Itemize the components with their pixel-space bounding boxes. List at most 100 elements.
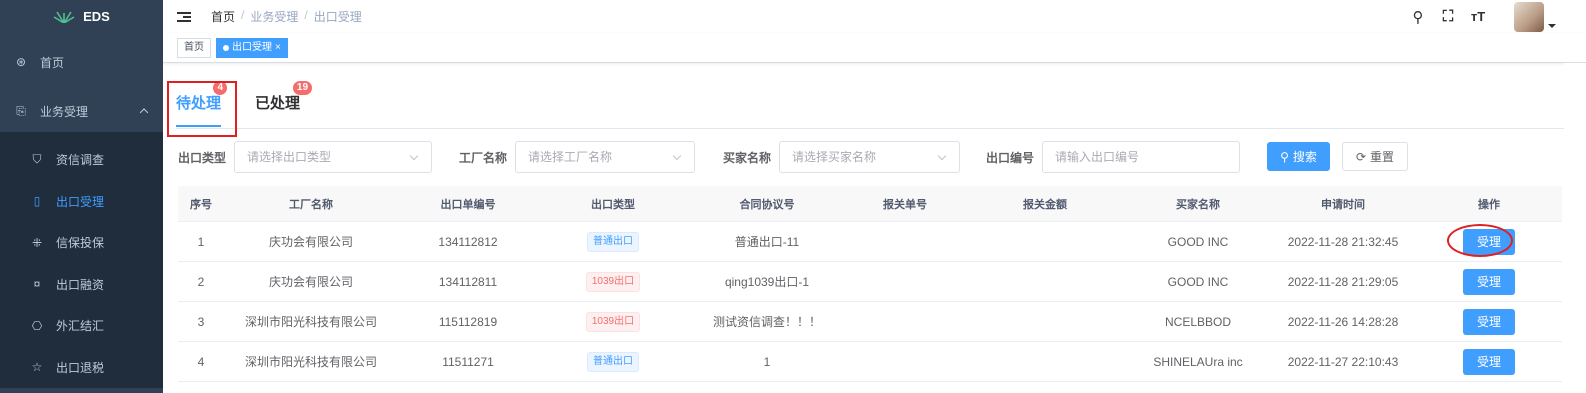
tags-view: 首页 出口受理 × bbox=[163, 33, 1586, 63]
breadcrumb-separator: / bbox=[241, 8, 245, 22]
apply-time-cell: 2022-11-27 22:10:43 bbox=[1287, 354, 1399, 369]
export-type-tag: 普通出口 bbox=[587, 231, 639, 252]
reset-button-label: 重置 bbox=[1370, 150, 1395, 164]
export-no-cell: 134112811 bbox=[438, 274, 498, 289]
col-header: 合同协议号 bbox=[739, 198, 795, 211]
avatar[interactable] bbox=[1514, 1, 1544, 32]
buyer-label: 买家名称 bbox=[723, 151, 772, 165]
tag-home[interactable]: 首页 bbox=[177, 37, 211, 58]
table-header: 序号 工厂名称 出口单编号 出口类型 合同协议号 报关单号 报关金额 买家名称 … bbox=[178, 186, 1562, 222]
tag-export-acceptance[interactable]: 出口受理 × bbox=[216, 37, 288, 58]
col-header: 申请时间 bbox=[1321, 198, 1365, 211]
chevron-down-icon bbox=[937, 151, 947, 161]
tab-divider bbox=[176, 128, 1564, 129]
sidebar-item-business[interactable]: ⎘ 业务受理 bbox=[0, 90, 163, 132]
contract-no-cell: 普通出口-11 bbox=[734, 235, 800, 249]
breadcrumb-business: 业务受理 bbox=[250, 10, 299, 24]
export-type-tag: 普通出口 bbox=[587, 351, 639, 372]
app-root: EDS ⊛ 首页 ⎘ 业务受理 ⛉ 资信调查 ▯ 出口受理 ⁜ 信保投保 ¤ 出… bbox=[0, 0, 1586, 393]
export-no-cell: 115112819 bbox=[438, 314, 498, 329]
sidebar-item-home[interactable]: ⊛ 首页 bbox=[0, 34, 163, 90]
table-row: 1 庆功会有限公司 134112812 普通出口 普通出口-11 GOOD INC 2022… bbox=[178, 222, 1562, 262]
col-header: 出口类型 bbox=[591, 198, 635, 211]
buyer-select[interactable]: 请选择买家名称 bbox=[779, 141, 960, 173]
sidebar-item-label: 出口受理 bbox=[56, 194, 105, 209]
factory-name-cell: 深圳市阳光科技有限公司 bbox=[244, 315, 377, 329]
chevron-down-icon bbox=[672, 151, 682, 161]
sidebar-item-export-acceptance[interactable]: ▯ 出口受理 bbox=[0, 181, 163, 223]
logo-text: EDS bbox=[83, 8, 110, 24]
row-index-cell: 3 bbox=[197, 314, 205, 329]
export-no-label: 出口编号 bbox=[986, 151, 1035, 165]
select-placeholder: 请选择出口类型 bbox=[247, 150, 332, 164]
dashboard-icon: ⊛ bbox=[15, 55, 27, 69]
sidebar-item-credit-insurance[interactable]: ⁜ 信保投保 bbox=[0, 222, 163, 264]
table-row: 2 庆功会有限公司 134112811 1039出口 qing1039出口-1 GOOD … bbox=[178, 262, 1562, 302]
search-icon[interactable]: ⚲ bbox=[1410, 8, 1426, 26]
chevron-down-icon bbox=[409, 151, 419, 161]
hamburger-icon[interactable] bbox=[177, 11, 191, 22]
buyer-name-cell: NCELBBOD bbox=[1164, 314, 1232, 329]
factory-select[interactable]: 请选择工厂名称 bbox=[515, 141, 695, 173]
accept-button[interactable]: 受理 bbox=[1462, 308, 1515, 335]
tab-badge: 19 bbox=[292, 81, 313, 95]
highlight-box bbox=[167, 81, 237, 137]
col-header: 报关金额 bbox=[1023, 198, 1067, 211]
buyer-name-cell: GOOD INC bbox=[1167, 274, 1229, 289]
export-type-cell: 普通出口 bbox=[538, 351, 688, 372]
logo[interactable]: EDS bbox=[0, 0, 163, 32]
export-type-cell: 1039出口 bbox=[538, 311, 688, 332]
table-body: 1 庆功会有限公司 134112812 普通出口 普通出口-11 GOOD INC 2022… bbox=[178, 222, 1562, 382]
col-header: 出口单编号 bbox=[440, 198, 496, 211]
accept-button[interactable]: 受理 bbox=[1462, 348, 1515, 375]
apply-time-cell: 2022-11-28 21:29:05 bbox=[1287, 274, 1399, 289]
search-button[interactable]: ⚲ 搜索 bbox=[1267, 142, 1330, 171]
table-row: 3 深圳市阳光科技有限公司 115112819 1039出口 测试资信调查！！！ NCEL… bbox=[178, 302, 1562, 342]
breadcrumb-separator: / bbox=[304, 8, 308, 22]
actions-cell: 受理 bbox=[1416, 348, 1562, 375]
sidebar-item-tax-refund[interactable]: ☆ 出口退税 bbox=[0, 347, 163, 389]
caret-down-icon[interactable] bbox=[1548, 23, 1556, 28]
sidebar-item-fx-settlement[interactable]: ⎔ 外汇结汇 bbox=[0, 305, 163, 347]
exchange-icon: ⎔ bbox=[31, 318, 43, 333]
actions-cell: 受理 bbox=[1416, 268, 1562, 295]
tag-label: 首页 bbox=[184, 41, 204, 53]
accept-button[interactable]: 受理 bbox=[1462, 268, 1515, 295]
col-header: 报关单号 bbox=[883, 198, 927, 211]
export-type-tag: 1039出口 bbox=[585, 311, 641, 332]
apply-time-cell: 2022-11-28 21:32:45 bbox=[1287, 234, 1399, 249]
document-icon: ⎘ bbox=[16, 103, 26, 118]
sidebar-item-credit-check[interactable]: ⛉ 资信调查 bbox=[0, 139, 163, 181]
export-type-label: 出口类型 bbox=[178, 151, 227, 165]
sidebar-item-label: 业务受理 bbox=[40, 104, 89, 119]
export-no-input[interactable]: 请输入出口编号 bbox=[1042, 141, 1240, 173]
sidebar-item-export-finance[interactable]: ¤ 出口融资 bbox=[0, 264, 163, 306]
fullscreen-icon[interactable]: ⛶ bbox=[1440, 8, 1456, 25]
export-type-cell: 普通出口 bbox=[538, 231, 688, 252]
sidebar-item-label: 出口融资 bbox=[56, 277, 105, 292]
buyer-name-cell: GOOD INC bbox=[1167, 234, 1229, 249]
highlight-ellipse bbox=[1447, 224, 1513, 257]
export-no-cell: 134112812 bbox=[438, 234, 498, 249]
row-index-cell: 1 bbox=[197, 234, 205, 249]
reset-button[interactable]: ⟳ 重置 bbox=[1342, 142, 1408, 171]
book-icon: ▯ bbox=[33, 194, 41, 209]
filter-bar: 出口类型 请选择出口类型 工厂名称 请选择工厂名称 买家名称 请选择买家名称 出… bbox=[178, 141, 1586, 175]
tab-processed[interactable]: 已处理 19 bbox=[255, 80, 313, 127]
font-size-icon[interactable]: ᴛT bbox=[1470, 9, 1486, 24]
factory-label: 工厂名称 bbox=[459, 151, 508, 165]
actions-cell: 受理 bbox=[1416, 308, 1562, 335]
close-icon[interactable]: × bbox=[275, 39, 281, 57]
breadcrumb-current: 出口受理 bbox=[313, 10, 362, 24]
breadcrumb-home[interactable]: 首页 bbox=[211, 8, 235, 25]
sidebar-item-label: 外汇结汇 bbox=[56, 319, 105, 334]
apply-time-cell: 2022-11-26 14:28:28 bbox=[1287, 314, 1399, 329]
export-no-cell: 11511271 bbox=[442, 354, 494, 369]
export-type-select[interactable]: 请选择出口类型 bbox=[234, 141, 432, 173]
refresh-icon: ⟳ bbox=[1355, 149, 1367, 164]
tab-label: 已处理 bbox=[255, 95, 301, 112]
sidebar-item-label: 出口退税 bbox=[56, 360, 105, 375]
factory-name-cell: 庆功会有限公司 bbox=[268, 235, 353, 249]
top-navbar: 首页 / 业务受理 / 出口受理 ⚲ ⛶ ᴛT bbox=[163, 0, 1586, 33]
sidebar-item-label: 首页 bbox=[40, 55, 65, 70]
